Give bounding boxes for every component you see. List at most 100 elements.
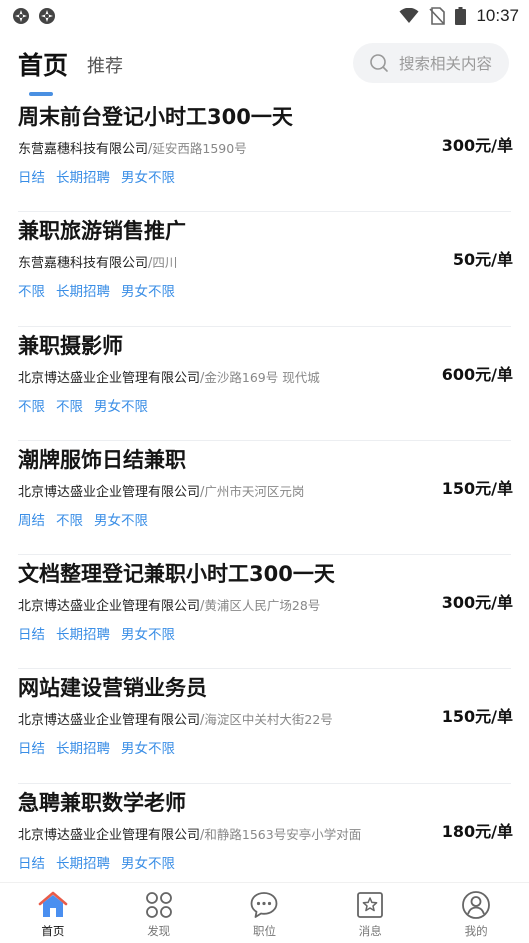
- job-tag: 不限: [56, 398, 83, 415]
- nav-label-jobs: 职位: [252, 924, 276, 938]
- job-tag: 日结: [18, 627, 45, 644]
- job-item[interactable]: 潮牌服饰日结兼职 北京博达盛业企业管理有限公司/广州市天河区元岗 周结 不限 男…: [18, 441, 513, 556]
- job-item[interactable]: 兼职摄影师 北京博达盛业企业管理有限公司/金沙路169号 现代城 不限 不限 男…: [18, 327, 513, 441]
- job-company: 东营嘉穗科技有限公司: [18, 256, 149, 272]
- nav-item-home[interactable]: 首页: [0, 883, 106, 943]
- app-notification-icon: [39, 8, 55, 24]
- app-notification-icon: [13, 8, 29, 24]
- job-title: 网站建设营销业务员: [18, 676, 207, 701]
- job-salary: 600元/单: [441, 364, 513, 384]
- job-tags: 日结 长期招聘 男女不限: [18, 623, 175, 643]
- job-title: 潮牌服饰日结兼职: [18, 447, 186, 472]
- job-meta: 北京博达盛业企业管理有限公司/海淀区中关村大街22号: [18, 709, 333, 728]
- job-tags: 不限 不限 男女不限: [18, 395, 148, 415]
- home-icon: [38, 891, 68, 917]
- wifi-icon: [399, 8, 419, 23]
- nav-label-messages: 消息: [358, 924, 382, 938]
- job-location: 海淀区中关村大街22号: [204, 712, 333, 728]
- job-item[interactable]: 周末前台登记小时工300一天 东营嘉穗科技有限公司/延安西路1590号 日结 长…: [18, 98, 513, 213]
- job-salary: 150元/单: [441, 478, 513, 498]
- job-tag: 不限: [56, 512, 83, 529]
- job-company: 北京博达盛业企业管理有限公司: [18, 713, 201, 729]
- status-bar: 10:37: [0, 0, 529, 32]
- job-location: 延安西路1590号: [152, 141, 247, 156]
- job-title: 急聘兼职数学老师: [18, 790, 186, 815]
- job-company: 北京博达盛业企业管理有限公司: [18, 484, 201, 500]
- top-header: 首页 推荐 搜索相关内容: [0, 40, 529, 100]
- job-meta: 东营嘉穗科技有限公司/四川: [18, 252, 177, 271]
- job-location: 广州市天河区元岗: [204, 483, 305, 499]
- job-tags: 日结 长期招聘 男女不限: [18, 737, 175, 757]
- nav-label-discover: 发现: [147, 924, 171, 938]
- job-meta: 北京博达盛业企业管理有限公司/和静路1563号安亭小学对面: [18, 824, 361, 843]
- job-salary: 300元/单: [441, 136, 513, 155]
- search-placeholder: 搜索相关内容: [399, 55, 493, 73]
- job-salary: 180元/单: [441, 821, 513, 841]
- job-salary: 50元/单: [452, 250, 513, 270]
- job-location: 黄浦区人民广场28号: [204, 598, 321, 614]
- job-title: 兼职摄影师: [18, 333, 123, 358]
- nav-item-messages[interactable]: 消息: [317, 883, 423, 943]
- job-tag: 男女不限: [94, 512, 148, 529]
- job-tags: 日结 长期招聘 男女不限: [18, 166, 175, 186]
- job-tag: 不限: [18, 398, 45, 415]
- discover-icon: [145, 892, 172, 918]
- job-title: 文档整理登记兼职小时工300一天: [18, 562, 335, 587]
- job-tag: 长期招聘: [56, 170, 110, 186]
- job-location: 四川: [152, 255, 178, 271]
- job-tag: 男女不限: [121, 855, 175, 872]
- tab-recommend[interactable]: 推荐: [87, 52, 123, 78]
- active-tab-indicator: [29, 92, 53, 96]
- no-sim-icon: [429, 7, 446, 25]
- bottom-nav: 首页 发现 职位 消息 我的: [0, 882, 529, 943]
- search-box[interactable]: 搜索相关内容: [353, 43, 509, 83]
- job-company: 北京博达盛业企业管理有限公司: [18, 827, 201, 843]
- nav-item-jobs[interactable]: 职位: [212, 883, 318, 943]
- job-salary: 300元/单: [441, 593, 513, 613]
- status-bar-left: [0, 7, 56, 25]
- job-tag: 长期招聘: [56, 284, 110, 301]
- nav-item-profile[interactable]: 我的: [423, 883, 529, 943]
- job-tag: 长期招聘: [56, 627, 110, 644]
- job-meta: 北京博达盛业企业管理有限公司/广州市天河区元岗: [18, 481, 304, 500]
- job-tag: 日结: [18, 855, 45, 872]
- job-location: 和静路1563号安亭小学对面: [204, 826, 362, 842]
- job-tag: 男女不限: [121, 170, 175, 186]
- job-meta: 东营嘉穗科技有限公司/延安西路1590号: [18, 138, 247, 157]
- job-tag: 周结: [18, 512, 45, 529]
- job-title: 周末前台登记小时工300一天: [18, 105, 293, 129]
- job-tag: 男女不限: [121, 627, 175, 644]
- job-company: 北京博达盛业企业管理有限公司: [18, 370, 201, 386]
- profile-icon: [462, 891, 490, 919]
- battery-icon: [455, 7, 467, 25]
- job-title: 兼职旅游销售推广: [18, 219, 186, 244]
- job-tags: 日结 长期招聘 男女不限: [18, 852, 175, 872]
- job-tag: 日结: [18, 170, 45, 186]
- job-tag: 男女不限: [121, 741, 175, 758]
- nav-item-discover[interactable]: 发现: [106, 883, 212, 943]
- job-item[interactable]: 急聘兼职数学老师 北京博达盛业企业管理有限公司/和静路1563号安亭小学对面 日…: [18, 784, 513, 898]
- job-meta: 北京博达盛业企业管理有限公司/黄浦区人民广场28号: [18, 595, 320, 614]
- job-tag: 长期招聘: [56, 855, 110, 872]
- message-star-icon: [357, 892, 384, 918]
- job-company: 东营嘉穗科技有限公司: [18, 142, 149, 157]
- job-salary: 150元/单: [441, 707, 513, 727]
- job-tag: 长期招聘: [56, 741, 110, 758]
- search-icon: [370, 54, 388, 72]
- job-meta: 北京博达盛业企业管理有限公司/金沙路169号 现代城: [18, 367, 320, 386]
- job-tag: 男女不限: [121, 284, 175, 301]
- job-company: 北京博达盛业企业管理有限公司: [18, 599, 201, 615]
- job-item[interactable]: 文档整理登记兼职小时工300一天 北京博达盛业企业管理有限公司/黄浦区人民广场2…: [18, 555, 513, 670]
- job-location: 金沙路169号 现代城: [204, 369, 320, 385]
- job-tag: 男女不限: [94, 398, 148, 415]
- status-time: 10:37: [476, 6, 519, 25]
- job-item[interactable]: 兼职旅游销售推广 东营嘉穗科技有限公司/四川 不限 长期招聘 男女不限 50元/…: [18, 212, 513, 327]
- job-tags: 不限 长期招聘 男女不限: [18, 280, 175, 300]
- job-tags: 周结 不限 男女不限: [18, 509, 148, 529]
- job-item[interactable]: 网站建设营销业务员 北京博达盛业企业管理有限公司/海淀区中关村大街22号 日结 …: [18, 669, 513, 784]
- job-tag: 日结: [18, 741, 45, 758]
- tab-home[interactable]: 首页: [18, 46, 68, 82]
- nav-label-home: 首页: [41, 924, 65, 938]
- chat-icon: [251, 892, 278, 918]
- job-list: 周末前台登记小时工300一天 东营嘉穗科技有限公司/延安西路1590号 日结 长…: [0, 98, 529, 898]
